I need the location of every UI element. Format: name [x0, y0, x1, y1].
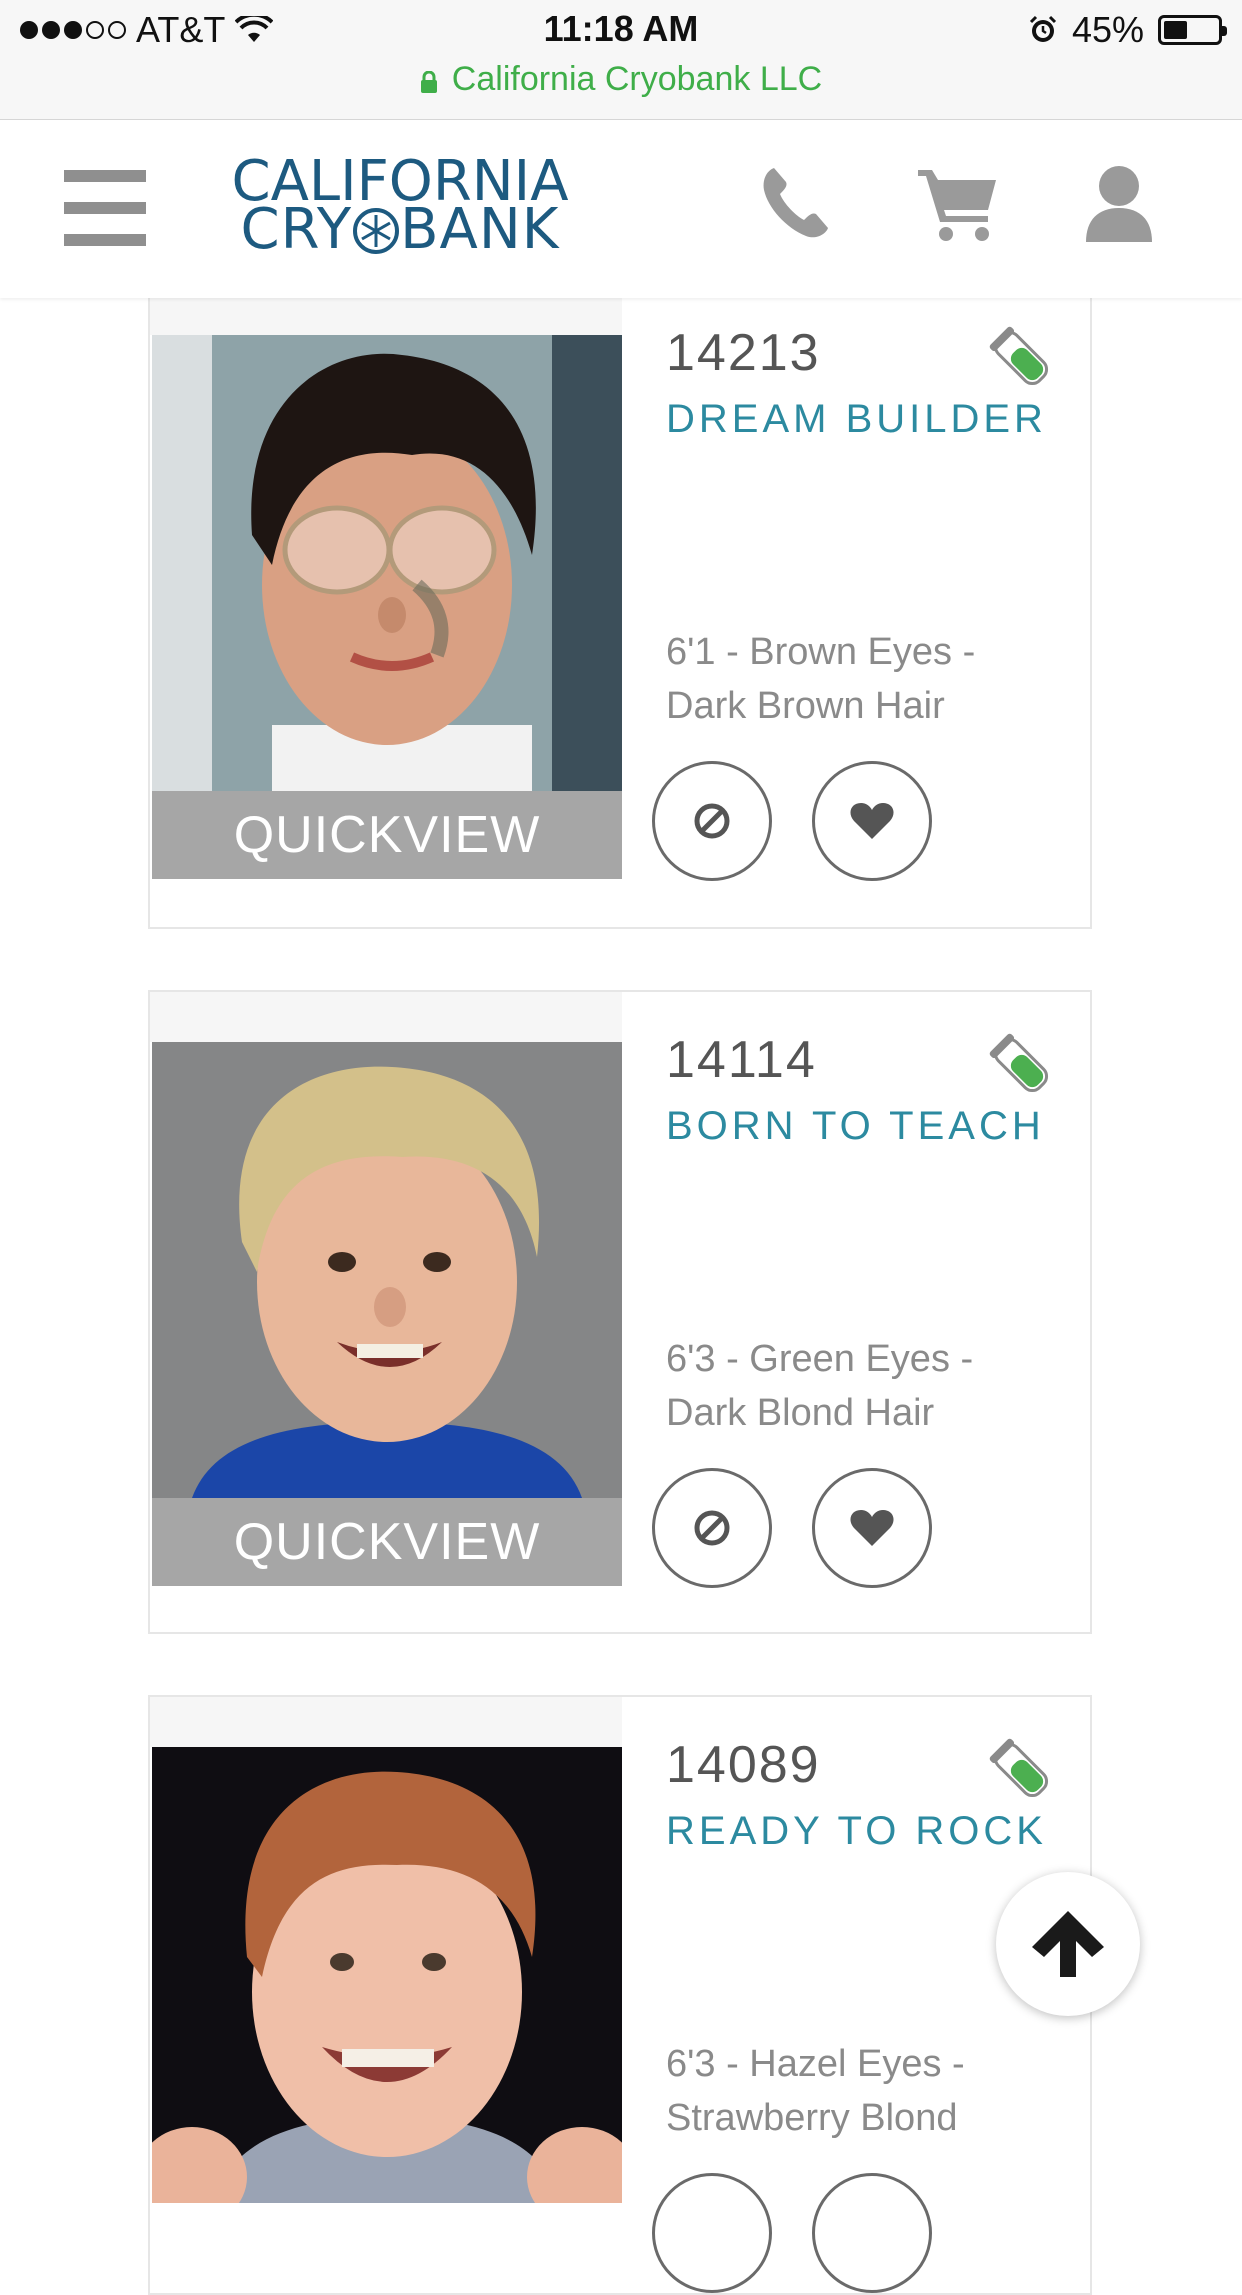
- donor-desc-line-2: Dark Brown Hair: [666, 685, 945, 727]
- donor-desc-line-1: 6'1 - Brown Eyes -: [666, 631, 976, 673]
- lock-icon: [420, 70, 437, 93]
- arrow-up-icon: [1032, 1911, 1104, 1977]
- donor-desc-line-1: 6'3 - Hazel Eyes -: [666, 2043, 965, 2085]
- battery-icon: [1158, 15, 1227, 45]
- vial-icon: [989, 326, 1049, 386]
- donor-name[interactable]: BORN TO TEACH: [666, 1104, 1045, 1149]
- menu-icon[interactable]: [64, 170, 146, 246]
- favorite-button[interactable]: [812, 2173, 932, 2293]
- block-icon: [694, 803, 730, 839]
- logo-word-cry: CRY: [240, 197, 353, 262]
- donor-photo[interactable]: [152, 335, 622, 791]
- logo-word-bank: BANK: [400, 197, 560, 262]
- donor-photo[interactable]: [152, 1042, 622, 1498]
- card-strip: [150, 992, 622, 1042]
- user-icon[interactable]: [1084, 164, 1154, 242]
- block-button[interactable]: [652, 761, 772, 881]
- heart-icon: [850, 803, 894, 839]
- block-icon: [694, 1510, 730, 1546]
- donor-photo[interactable]: [152, 1747, 622, 2203]
- donor-description: 6'1 - Brown Eyes - Dark Brown Hair: [666, 625, 1066, 733]
- cart-icon[interactable]: [916, 164, 998, 242]
- donor-id: 14089: [666, 1736, 821, 1794]
- site-header: CALIFORNIA CRY BANK: [0, 120, 1242, 298]
- donor-description: 6'3 - Green Eyes - Dark Blond Hair: [666, 1332, 1066, 1440]
- quickview-button[interactable]: QUICKVIEW: [152, 791, 622, 879]
- donor-name[interactable]: READY TO ROCK: [666, 1809, 1047, 1854]
- donor-card[interactable]: 14089 READY TO ROCK 6'3 - Hazel Eyes - S…: [148, 1695, 1092, 2295]
- donor-id: 14114: [666, 1031, 817, 1089]
- alarm-icon: [1029, 15, 1056, 42]
- donor-id: 14213: [666, 324, 821, 382]
- block-button[interactable]: [652, 2173, 772, 2293]
- heart-icon: [850, 1510, 894, 1546]
- battery-fill: [1164, 21, 1188, 39]
- site-name: California Cryobank LLC: [451, 60, 823, 98]
- scroll-to-top-button[interactable]: [996, 1872, 1140, 2016]
- status-right: 45%: [1028, 9, 1227, 50]
- vial-icon: [989, 1738, 1049, 1798]
- snowflake-icon: [353, 208, 400, 254]
- status-bar: AT&T 11:18 AM 45% California Cryobank LL…: [0, 0, 1242, 120]
- phone-icon[interactable]: [760, 164, 832, 240]
- donor-card[interactable]: QUICKVIEW 14114 BORN TO TEACH 6'3 - Gree…: [148, 990, 1092, 1634]
- card-strip: [150, 1697, 622, 1747]
- block-button[interactable]: [652, 1468, 772, 1588]
- quickview-button[interactable]: QUICKVIEW: [152, 1498, 622, 1586]
- donor-description: 6'3 - Hazel Eyes - Strawberry Blond: [666, 2037, 1066, 2145]
- battery-percent: 45%: [1071, 9, 1144, 50]
- url-bar[interactable]: California Cryobank LLC: [0, 60, 1242, 99]
- donor-card[interactable]: QUICKVIEW 14213 DREAM BUILDER 6'1 - Brow…: [148, 285, 1092, 929]
- donor-name[interactable]: DREAM BUILDER: [666, 397, 1047, 442]
- favorite-button[interactable]: [812, 1468, 932, 1588]
- donor-desc-line-2: Dark Blond Hair: [666, 1392, 935, 1434]
- donor-desc-line-2: Strawberry Blond: [666, 2097, 958, 2139]
- logo-line-2: CRY BANK: [218, 202, 582, 258]
- vial-icon: [989, 1033, 1049, 1093]
- donor-desc-line-1: 6'3 - Green Eyes -: [666, 1338, 974, 1380]
- site-logo[interactable]: CALIFORNIA CRY BANK: [218, 154, 582, 268]
- favorite-button[interactable]: [812, 761, 932, 881]
